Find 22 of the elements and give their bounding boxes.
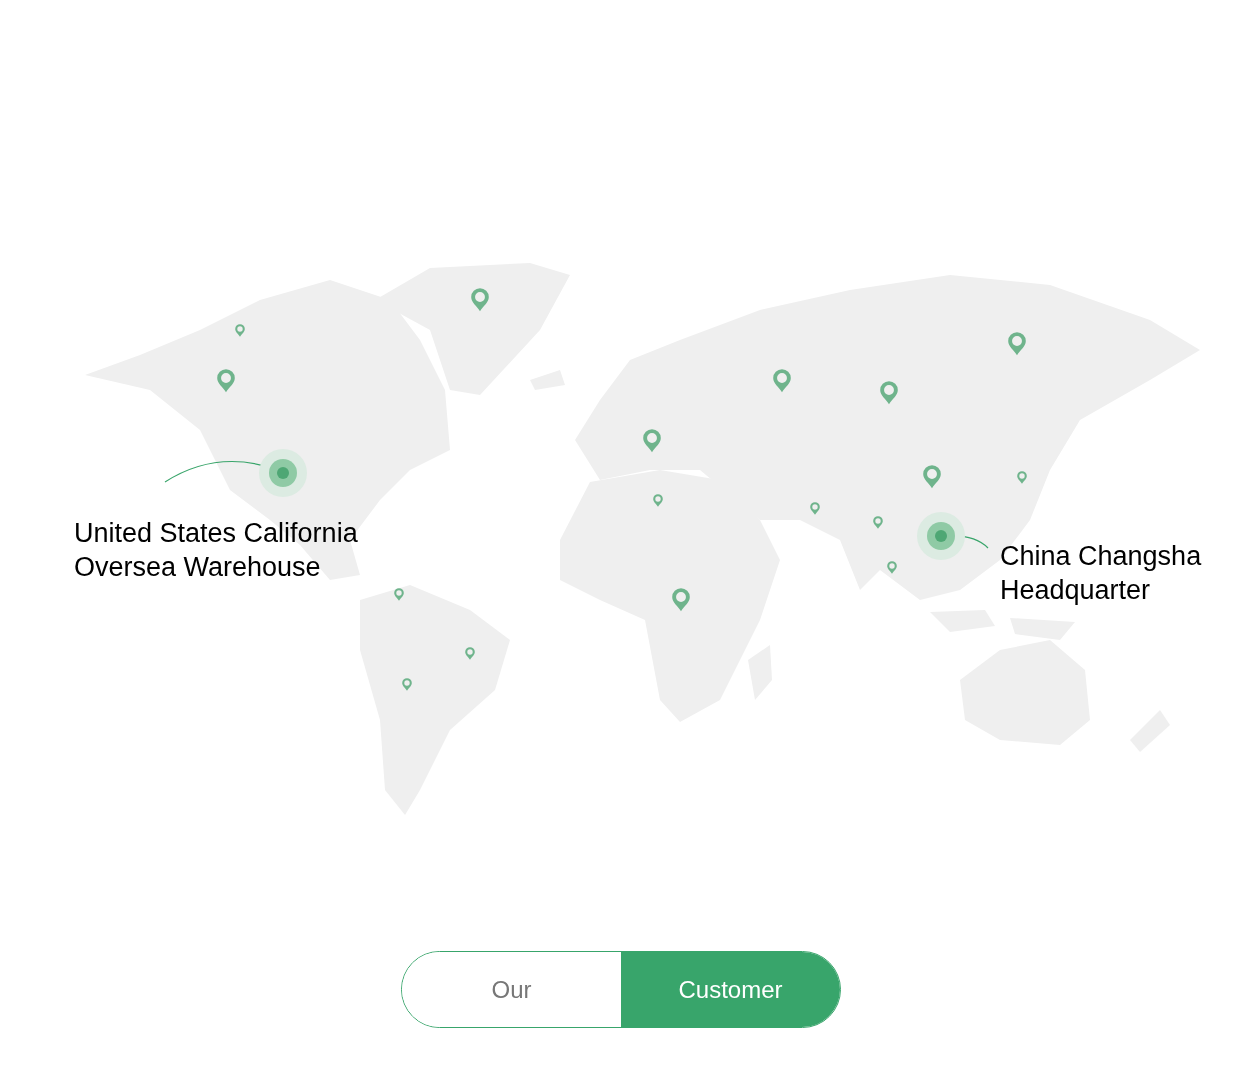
map-pin-icon [402,678,412,691]
map-pin-icon [923,465,941,489]
map-pin-icon [1017,471,1027,484]
map-pin-icon [394,588,404,601]
toggle-tab[interactable]: Customer [621,952,840,1027]
map-pin-icon [1008,332,1026,356]
map-pin-icon [643,429,661,453]
map-pin-icon [653,494,663,507]
map-pin-icon [217,369,235,393]
hotspot-marker-icon [917,512,965,560]
map-pin-icon [873,516,883,529]
map-pin-icon [471,288,489,312]
location-label: China Changsha Headquarter [1000,540,1202,607]
map-pin-icon [810,502,820,515]
hotspot-marker-icon [259,449,307,497]
location-label: United States California Oversea Warehouse [74,517,358,584]
map-pin-icon [235,324,245,337]
map-pin-icon [465,647,475,660]
map-pin-icon [887,561,897,574]
map-pin-icon [880,381,898,405]
map-pin-icon [672,588,690,612]
map-pin-icon [773,369,791,393]
